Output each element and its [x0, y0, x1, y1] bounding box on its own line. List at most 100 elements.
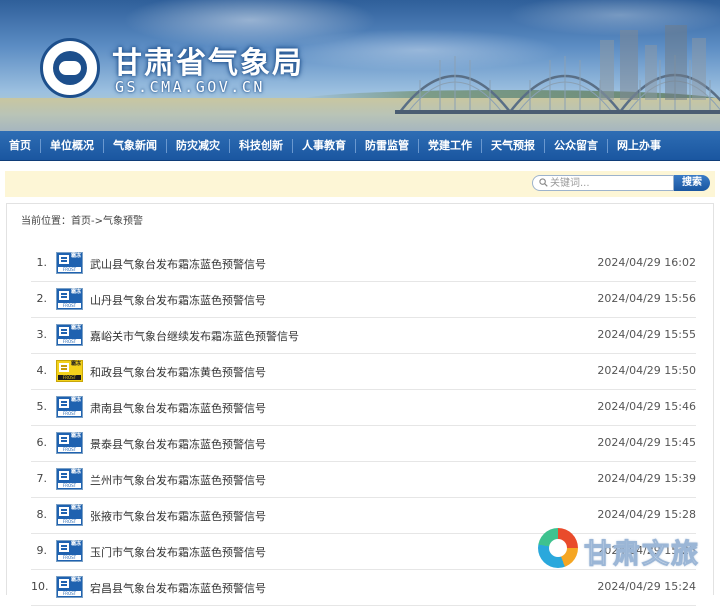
breadcrumb-separator: -> [91, 216, 103, 227]
warning-title-link[interactable]: 武山县气象台发布霜冻蓝色预警信号 [90, 256, 266, 272]
signal-sublabel: FROST [58, 591, 81, 596]
nav-item-disaster-prevention[interactable]: 防灾减灾 [167, 138, 230, 153]
signal-sublabel: FROST [58, 447, 81, 452]
warning-number: 10. [31, 580, 49, 593]
warning-list-item[interactable]: 10. 霜冻 FROST 宕昌县气象台发布霜冻蓝色预警信号 2024/04/29 15:… [31, 570, 696, 606]
main-nav: 首页 单位概况 气象新闻 防灾减灾 科技创新 人事教育 防雷监管 党建工作 天气… [0, 131, 720, 161]
site-title[interactable]: 甘肃省气象局 [112, 38, 304, 82]
signal-label: 霜冻 [70, 361, 81, 367]
watermark-text: 甘肃文旅 [584, 539, 700, 571]
cma-meteorology-logo-icon[interactable] [40, 38, 100, 98]
breadcrumb: 当前位置：首页->气象预警 [21, 212, 143, 227]
frost-blue-warning-icon: 霜冻 FROST [56, 540, 83, 562]
frost-symbol [59, 435, 69, 444]
warning-number: 2. [36, 292, 48, 305]
signal-label: 霜冻 [70, 397, 81, 403]
search-bar: 搜索 [5, 171, 715, 197]
search-input[interactable] [550, 176, 670, 190]
warning-number: 4. [36, 364, 48, 377]
signal-label: 霜冻 [70, 541, 81, 547]
watermark: 甘肃文旅 [536, 525, 712, 575]
signal-label: 霜冻 [70, 469, 81, 475]
frost-symbol [59, 579, 69, 588]
signal-sublabel: FROST [58, 519, 81, 524]
signal-sublabel: FROST [58, 375, 81, 380]
signal-sublabel: FROST [58, 483, 81, 488]
warning-date: 2024/04/29 15:50 [597, 364, 696, 377]
warning-date: 2024/04/29 15:45 [597, 436, 696, 449]
warning-title-link[interactable]: 宕昌县气象台发布霜冻蓝色预警信号 [90, 580, 266, 596]
warning-number: 8. [36, 508, 48, 521]
frost-symbol [59, 471, 69, 480]
warning-title-link[interactable]: 山丹县气象台发布霜冻蓝色预警信号 [90, 292, 266, 308]
warning-date: 2024/04/29 15:56 [597, 292, 696, 305]
warning-number: 6. [36, 436, 48, 449]
frost-blue-warning-icon: 霜冻 FROST [56, 504, 83, 526]
warning-date: 2024/04/29 15:24 [597, 580, 696, 593]
warning-number: 7. [36, 472, 48, 485]
nav-item-personnel[interactable]: 人事教育 [293, 138, 356, 153]
search-box [532, 175, 674, 191]
signal-label: 霜冻 [70, 325, 81, 331]
warning-list-item[interactable]: 6. 霜冻 FROST 景泰县气象台发布霜冻蓝色预警信号 2024/04/29 15:4… [31, 426, 696, 462]
nav-item-news[interactable]: 气象新闻 [104, 138, 167, 153]
warning-title-link[interactable]: 玉门市气象台发布霜冻蓝色预警信号 [90, 544, 266, 560]
frost-blue-warning-icon: 霜冻 FROST [56, 288, 83, 310]
warning-number: 5. [36, 400, 48, 413]
frost-symbol [59, 507, 69, 516]
warning-list-item[interactable]: 1. 霜冻 FROST 武山县气象台发布霜冻蓝色预警信号 2024/04/29 16:0… [31, 246, 696, 282]
nav-item-weather-forecast[interactable]: 天气预报 [482, 138, 545, 153]
signal-label: 霜冻 [70, 253, 81, 259]
warning-date: 2024/04/29 15:55 [597, 328, 696, 341]
warning-list-item[interactable]: 4. 霜冻 FROST 和政县气象台发布霜冻黄色预警信号 2024/04/29 15:5… [31, 354, 696, 390]
warning-date: 2024/04/29 15:28 [597, 508, 696, 521]
signal-sublabel: FROST [58, 303, 81, 308]
gansu-tourism-logo-icon [538, 528, 578, 568]
breadcrumb-prefix: 当前位置： [21, 216, 71, 227]
frost-blue-warning-icon: 霜冻 FROST [56, 324, 83, 346]
breadcrumb-current[interactable]: 气象预警 [103, 216, 143, 227]
site-domain: GS.CMA.GOV.CN [115, 78, 265, 96]
warning-list-item[interactable]: 5. 霜冻 FROST 肃南县气象台发布霜冻蓝色预警信号 2024/04/29 15:4… [31, 390, 696, 426]
signal-label: 霜冻 [70, 289, 81, 295]
frost-yellow-warning-icon: 霜冻 FROST [56, 360, 83, 382]
warning-title-link[interactable]: 兰州市气象台发布霜冻蓝色预警信号 [90, 472, 266, 488]
signal-sublabel: FROST [58, 555, 81, 560]
signal-label: 霜冻 [70, 577, 81, 583]
warning-list-item[interactable]: 7. 霜冻 FROST 兰州市气象台发布霜冻蓝色预警信号 2024/04/29 15:3… [31, 462, 696, 498]
warning-title-link[interactable]: 和政县气象台发布霜冻黄色预警信号 [90, 364, 266, 380]
frost-symbol [59, 543, 69, 552]
nav-item-home[interactable]: 首页 [0, 138, 41, 153]
frost-blue-warning-icon: 霜冻 FROST [56, 432, 83, 454]
frost-symbol [59, 291, 69, 300]
nav-item-party-building[interactable]: 党建工作 [419, 138, 482, 153]
breadcrumb-home-link[interactable]: 首页 [71, 216, 91, 227]
nav-item-about[interactable]: 单位概况 [41, 138, 104, 153]
nav-item-technology[interactable]: 科技创新 [230, 138, 293, 153]
frost-blue-warning-icon: 霜冻 FROST [56, 396, 83, 418]
warning-title-link[interactable]: 肃南县气象台发布霜冻蓝色预警信号 [90, 400, 266, 416]
signal-label: 霜冻 [70, 505, 81, 511]
search-icon [539, 178, 548, 187]
warning-number: 9. [36, 544, 48, 557]
warning-title-link[interactable]: 嘉峪关市气象台继续发布霜冻蓝色预警信号 [90, 328, 299, 344]
warning-number: 1. [36, 256, 48, 269]
nav-item-online-service[interactable]: 网上办事 [608, 139, 670, 153]
frost-symbol [59, 255, 69, 264]
frost-symbol [59, 363, 69, 372]
warning-list-item[interactable]: 3. 霜冻 FROST 嘉峪关市气象台继续发布霜冻蓝色预警信号 2024/04/29 1… [31, 318, 696, 354]
search-button[interactable]: 搜索 [674, 175, 710, 191]
warning-date: 2024/04/29 15:46 [597, 400, 696, 413]
warning-list-item[interactable]: 2. 霜冻 FROST 山丹县气象台发布霜冻蓝色预警信号 2024/04/29 15:5… [31, 282, 696, 318]
warning-title-link[interactable]: 景泰县气象台发布霜冻蓝色预警信号 [90, 436, 266, 452]
bridge-illustration [395, 25, 720, 114]
signal-sublabel: FROST [58, 267, 81, 272]
warning-number: 3. [36, 328, 48, 341]
logo-cloud [59, 61, 81, 75]
nav-item-public-message[interactable]: 公众留言 [545, 138, 608, 153]
warning-title-link[interactable]: 张掖市气象台发布霜冻蓝色预警信号 [90, 508, 266, 524]
nav-item-lightning-supervision[interactable]: 防雷监管 [356, 138, 419, 153]
frost-symbol [59, 327, 69, 336]
signal-label: 霜冻 [70, 433, 81, 439]
frost-blue-warning-icon: 霜冻 FROST [56, 252, 83, 274]
